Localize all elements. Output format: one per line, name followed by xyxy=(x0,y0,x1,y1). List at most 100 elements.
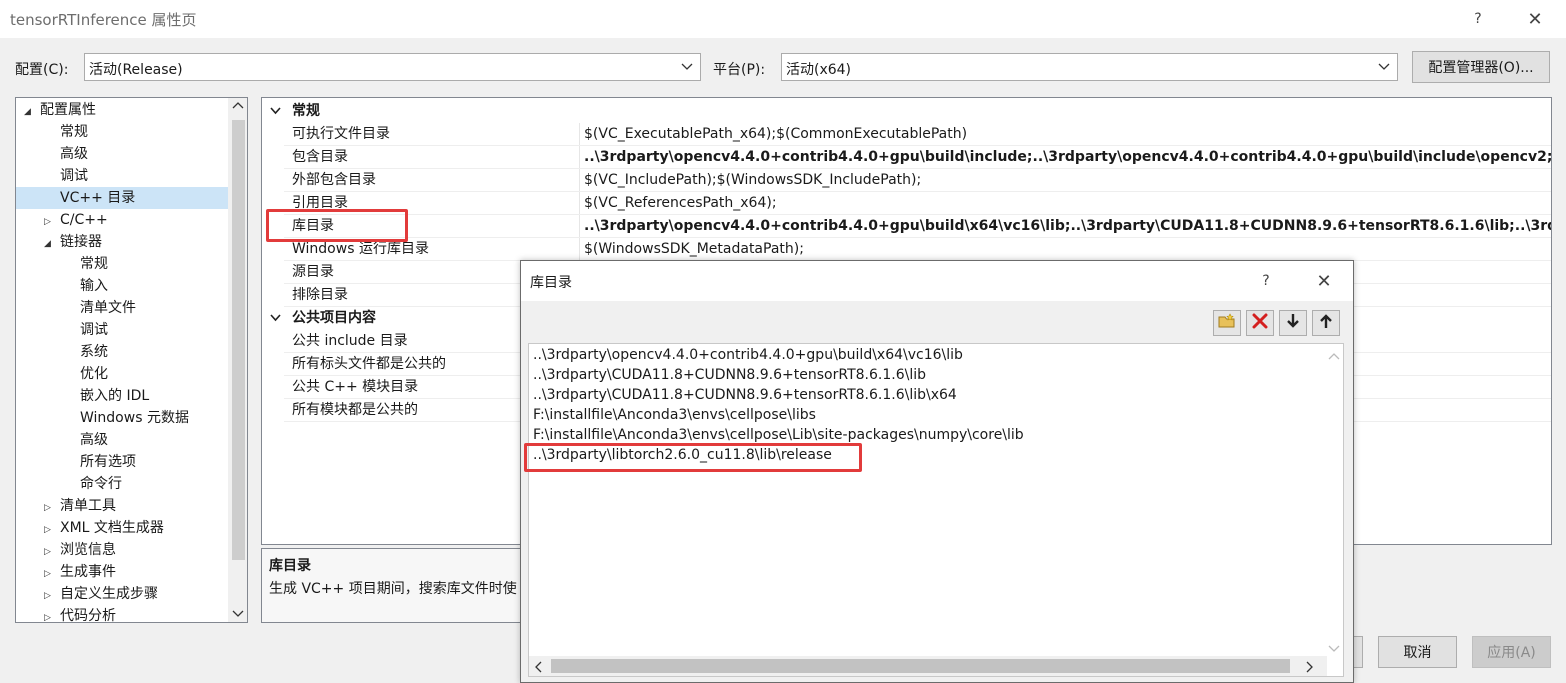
tree-scrollbar[interactable] xyxy=(228,98,247,622)
collapsed-triangle-icon[interactable]: ▷ xyxy=(44,497,54,519)
scroll-left-icon[interactable] xyxy=(534,661,542,676)
delete-line-button[interactable] xyxy=(1246,310,1274,336)
help-icon: ? xyxy=(1262,273,1270,289)
cancel-button[interactable]: 取消 xyxy=(1378,636,1457,668)
tree-node-label: 常规 xyxy=(60,124,88,140)
column-divider xyxy=(579,192,580,215)
tree-node-label: 生成事件 xyxy=(60,564,116,580)
tree-node[interactable]: ▷ XML 文档生成器 xyxy=(16,517,229,539)
directory-list[interactable]: ..\3rdparty\opencv4.4.0+contrib4.4.0+gpu… xyxy=(528,343,1344,677)
dialog-titlebar: 库目录 ? ✕ xyxy=(521,261,1353,301)
apply-button[interactable]: 应用(A) xyxy=(1472,636,1551,668)
tree-node[interactable]: 系统 xyxy=(16,341,229,363)
expanded-triangle-icon[interactable]: ◢ xyxy=(24,101,34,123)
move-down-button[interactable] xyxy=(1279,310,1307,336)
tree-node[interactable]: ▷ 代码分析 xyxy=(16,605,229,622)
tree-node[interactable]: 高级 xyxy=(16,429,229,451)
grid-row-name: 所有模块都是公共的 xyxy=(292,402,418,418)
grid-row[interactable]: 外部包含目录 $(VC_IncludePath);$(WindowsSDK_Inc… xyxy=(262,169,1551,192)
dialog-close-button[interactable]: ✕ xyxy=(1309,266,1339,296)
config-manager-label: 配置管理器(O)... xyxy=(1428,60,1534,76)
dialog-help-button[interactable]: ? xyxy=(1251,266,1281,296)
tree-node[interactable]: 常规 xyxy=(16,121,229,143)
tree-node[interactable]: ▷ 清单工具 xyxy=(16,495,229,517)
description-title: 库目录 xyxy=(269,558,311,574)
platform-combo[interactable]: 活动(x64) xyxy=(781,53,1398,81)
tree-node[interactable]: 输入 xyxy=(16,275,229,297)
tree-node[interactable]: 命令行 xyxy=(16,473,229,495)
list-item[interactable]: F:\installfile\Anconda3\envs\cellpose\li… xyxy=(533,405,816,425)
collapsed-triangle-icon[interactable]: ▷ xyxy=(44,585,54,607)
tree-node[interactable]: 调试 xyxy=(16,319,229,341)
tree-node[interactable]: ▷ 生成事件 xyxy=(16,561,229,583)
scroll-up-icon[interactable] xyxy=(1328,348,1340,364)
tree-node[interactable]: 高级 xyxy=(16,143,229,165)
tree-scroll-thumb[interactable] xyxy=(232,120,245,560)
close-icon: ✕ xyxy=(1527,8,1543,30)
tree-node-label: 系统 xyxy=(80,344,108,360)
description-panel: 库目录 生成 VC++ 项目期间，搜索库文件时使 xyxy=(261,548,531,623)
config-combo[interactable]: 活动(Release) xyxy=(84,53,701,81)
move-up-button[interactable] xyxy=(1312,310,1340,336)
tree-node[interactable]: 嵌入的 IDL xyxy=(16,385,229,407)
arrow-up-icon xyxy=(1319,313,1333,333)
list-item[interactable]: ..\3rdparty\CUDA11.8+CUDNN8.9.6+tensorRT… xyxy=(533,365,926,385)
grid-row[interactable]: 库目录 ..\3rdparty\opencv4.4.0+contrib4.4.0+… xyxy=(262,215,1551,238)
list-item[interactable]: ..\3rdparty\opencv4.4.0+contrib4.4.0+gpu… xyxy=(533,345,963,365)
tree-node[interactable]: ◢ 配置属性 xyxy=(16,99,229,121)
collapsed-triangle-icon[interactable]: ▷ xyxy=(44,519,54,541)
tree-node-label: 常规 xyxy=(80,256,108,272)
tree-node[interactable]: 优化 xyxy=(16,363,229,385)
collapsed-triangle-icon[interactable]: ▷ xyxy=(44,211,54,233)
tree-node[interactable]: ▷ C/C++ xyxy=(16,209,229,231)
tree-node[interactable]: 所有选项 xyxy=(16,451,229,473)
tree-node[interactable]: 常规 xyxy=(16,253,229,275)
config-manager-button[interactable]: 配置管理器(O)... xyxy=(1412,51,1550,83)
grid-row[interactable]: 引用目录 $(VC_ReferencesPath_x64); xyxy=(262,192,1551,215)
grid-row[interactable]: 可执行文件目录 $(VC_ExecutablePath_x64);$(Common… xyxy=(262,123,1551,146)
grid-category-label: 常规 xyxy=(292,103,320,119)
collapsed-triangle-icon[interactable]: ▷ xyxy=(44,541,54,563)
column-divider xyxy=(579,146,580,169)
collapsed-triangle-icon[interactable]: ▷ xyxy=(44,563,54,585)
scroll-up-icon[interactable] xyxy=(232,101,244,112)
tree-node[interactable]: ◢ 链接器 xyxy=(16,231,229,253)
grid-category[interactable]: 常规 xyxy=(262,100,1551,123)
tree-node[interactable]: VC++ 目录 xyxy=(16,187,229,209)
tree-node[interactable]: Windows 元数据 xyxy=(16,407,229,429)
tree-node-label: 所有选项 xyxy=(80,454,136,470)
list-item[interactable]: ..\3rdparty\CUDA11.8+CUDNN8.9.6+tensorRT… xyxy=(533,385,957,405)
grid-row-value: $(VC_ExecutablePath_x64);$(CommonExecuta… xyxy=(584,126,968,142)
list-hscroll-thumb[interactable] xyxy=(551,659,1290,673)
list-hscrollbar[interactable] xyxy=(529,656,1327,676)
property-tree[interactable]: ◢ 配置属性 常规 高级 调试 VC++ 目录 ▷ C/C++ ◢ 链接器 常规 输入 清单文件 调试 系统… xyxy=(15,97,248,623)
tree-node-label: 浏览信息 xyxy=(60,542,116,558)
tree-node-label: 清单工具 xyxy=(60,498,116,514)
scroll-down-icon[interactable] xyxy=(1328,641,1340,657)
tree-node[interactable]: ▷ 浏览信息 xyxy=(16,539,229,561)
highlight-box-library-row xyxy=(266,209,408,242)
grid-row[interactable]: Windows 运行库目录 $(WindowsSDK_MetadataPath); xyxy=(262,238,1551,261)
collapsed-triangle-icon[interactable]: ▷ xyxy=(44,607,54,622)
scroll-right-icon[interactable] xyxy=(1306,661,1314,676)
chevron-down-icon[interactable] xyxy=(270,100,281,123)
grid-row-name: 外部包含目录 xyxy=(292,172,376,188)
tree-node[interactable]: 调试 xyxy=(16,165,229,187)
tree-node[interactable]: 清单文件 xyxy=(16,297,229,319)
scroll-down-icon[interactable] xyxy=(232,606,244,622)
chevron-down-icon[interactable] xyxy=(270,307,281,330)
tree-node-label: 高级 xyxy=(60,146,88,162)
close-button[interactable]: ✕ xyxy=(1520,4,1550,34)
grid-row-value: $(VC_ReferencesPath_x64); xyxy=(584,195,777,211)
list-vscrollbar[interactable] xyxy=(1325,344,1343,656)
expanded-triangle-icon[interactable]: ◢ xyxy=(44,233,54,255)
grid-row[interactable]: 包含目录 ..\3rdparty\opencv4.4.0+contrib4.4.0… xyxy=(262,146,1551,169)
tree-node[interactable]: ▷ 自定义生成步骤 xyxy=(16,583,229,605)
description-text: 生成 VC++ 项目期间，搜索库文件时使 xyxy=(269,581,517,597)
grid-row-value: $(VC_IncludePath);$(WindowsSDK_IncludePa… xyxy=(584,172,922,188)
config-label: 配置(C): xyxy=(15,62,69,78)
new-line-button[interactable] xyxy=(1213,310,1241,336)
grid-row-value: $(WindowsSDK_MetadataPath); xyxy=(584,241,804,257)
list-item[interactable]: F:\installfile\Anconda3\envs\cellpose\Li… xyxy=(533,425,1024,445)
help-button[interactable]: ? xyxy=(1463,4,1493,34)
